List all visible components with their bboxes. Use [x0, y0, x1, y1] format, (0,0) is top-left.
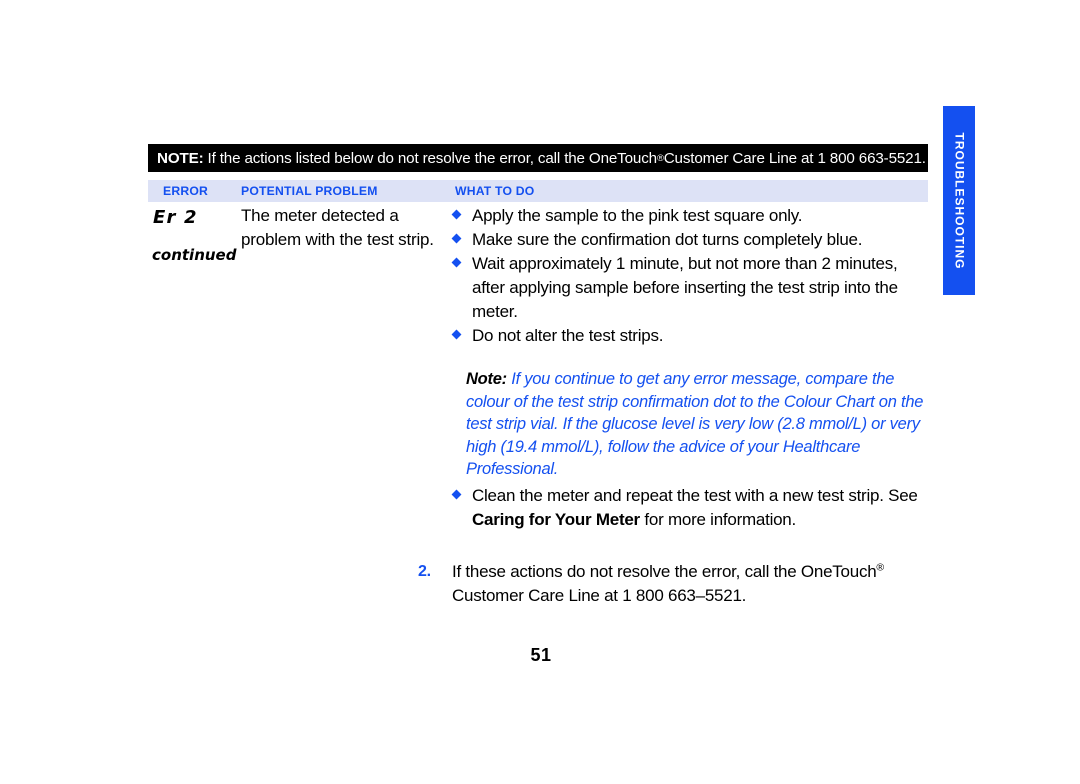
column-header-what-to-do: WHAT TO DO	[455, 184, 535, 198]
diamond-bullet-icon	[451, 209, 462, 220]
clean-meter-list: Clean the meter and repeat the test with…	[451, 484, 932, 532]
column-header-error: ERROR	[163, 184, 209, 198]
list-item-text: Wait approximately 1 minute, but not mor…	[472, 254, 898, 321]
section-tab-troubleshooting[interactable]: TROUBLESHOOTING	[943, 106, 975, 295]
diamond-bullet-icon	[451, 489, 462, 500]
section-tab-label: TROUBLESHOOTING	[952, 132, 966, 269]
potential-problem-text: The meter detected a problem with the te…	[241, 206, 434, 249]
clean-bullet-emphasis: Caring for Your Meter	[472, 510, 640, 529]
note-banner-label: NOTE:	[157, 149, 204, 167]
page-number-value: 51	[530, 645, 552, 665]
diamond-bullet-icon	[451, 329, 462, 340]
list-item-text: Apply the sample to the pink test square…	[472, 206, 803, 225]
registered-trademark-icon: ®	[876, 561, 884, 574]
blue-note-text: If you continue to get any error message…	[466, 370, 924, 478]
list-item: Wait approximately 1 minute, but not mor…	[451, 252, 932, 324]
page-number: 51	[0, 645, 1080, 666]
error-code: Er 2	[153, 207, 198, 228]
diamond-bullet-icon	[451, 233, 462, 244]
list-item: Apply the sample to the pink test square…	[451, 204, 932, 228]
clean-bullet-text-part2: for more information.	[639, 510, 796, 529]
note-banner: NOTE: If the actions listed below do not…	[148, 144, 928, 172]
table-column-header-strip: ERROR POTENTIAL PROBLEM WHAT TO DO	[148, 180, 928, 202]
blue-note-paragraph: Note: If you continue to get any error m…	[466, 368, 936, 481]
list-item-text: Do not alter the test strips.	[472, 326, 664, 345]
list-item-text: Make sure the confirmation dot turns com…	[472, 230, 863, 249]
error-code-continued-label: continued	[152, 246, 237, 264]
blue-note-label: Note:	[466, 370, 507, 388]
list-item: Do not alter the test strips.	[451, 324, 932, 348]
diamond-bullet-icon	[451, 257, 462, 268]
step-number: 2.	[418, 563, 431, 580]
step-text-after: Customer Care Line at 1 800 663–5521.	[452, 586, 747, 605]
what-to-do-list: Apply the sample to the pink test square…	[451, 204, 932, 348]
column-header-potential-problem: POTENTIAL PROBLEM	[241, 184, 378, 198]
list-item: Make sure the confirmation dot turns com…	[451, 228, 932, 252]
numbered-step-2: 2. If these actions do not resolve the er…	[418, 560, 938, 608]
note-banner-text-after: Customer Care Line at 1 800 663-5521.	[663, 149, 926, 167]
list-item: Clean the meter and repeat the test with…	[451, 484, 932, 532]
step-text-before: If these actions do not resolve the erro…	[452, 562, 877, 581]
clean-bullet-text-part1: Clean the meter and repeat the test with…	[472, 486, 918, 505]
note-banner-text-before: If the actions listed below do not resol…	[207, 149, 658, 167]
